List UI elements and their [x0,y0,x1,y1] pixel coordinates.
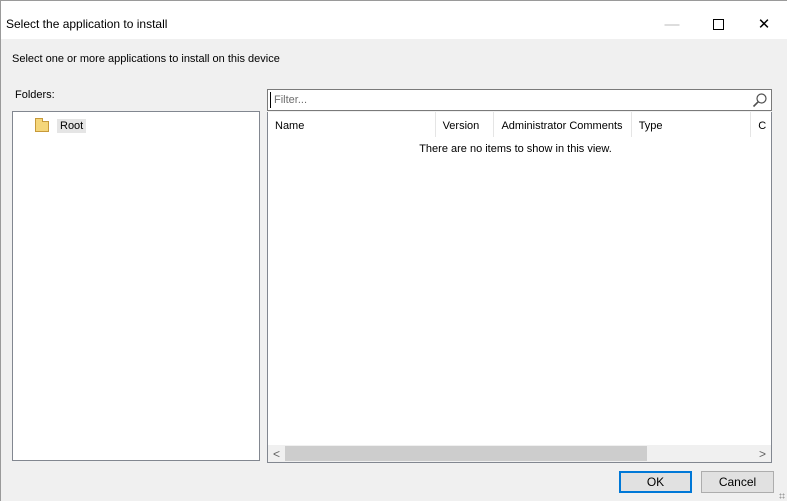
chevron-right-icon: > [758,446,766,461]
minimize-icon: — [664,15,680,33]
column-header-truncated[interactable]: C [751,112,771,137]
instruction-text: Select one or more applications to insta… [12,53,280,65]
folders-label: Folders: [15,89,55,101]
window-title: Select the application to install [6,17,168,31]
close-button[interactable]: ✕ [741,9,787,39]
title-bar[interactable]: Select the application to install — ✕ [1,1,788,39]
maximize-icon [712,18,724,30]
empty-list-message: There are no items to show in this view. [419,143,612,155]
list-header: Name Version Administrator Comments Type… [268,112,771,137]
chevron-left-icon: < [272,446,280,461]
ok-button[interactable]: OK [619,471,692,493]
filter-input[interactable] [270,92,744,108]
column-header-type[interactable]: Type [632,112,752,137]
tree-item-root[interactable]: Root [35,117,87,134]
column-header-version[interactable]: Version [436,112,495,137]
column-header-name[interactable]: Name [268,112,436,137]
folder-icon [35,117,49,132]
scroll-right-button[interactable]: > [754,445,771,462]
cancel-button[interactable]: Cancel [701,471,774,493]
horizontal-scrollbar[interactable]: < > [268,445,771,462]
close-icon: ✕ [757,16,771,33]
minimize-button[interactable]: — [649,9,695,39]
folder-tree[interactable]: Root [12,111,260,461]
scroll-left-button[interactable]: < [268,445,285,462]
filter-box [267,89,772,111]
column-header-administrator-comments[interactable]: Administrator Comments [494,112,632,137]
install-application-dialog: Select the application to install — ✕ Se… [0,0,788,501]
scrollbar-thumb[interactable] [285,446,647,461]
tree-item-label: Root [57,119,87,133]
applications-list[interactable]: Name Version Administrator Comments Type… [267,112,772,463]
search-icon[interactable] [752,92,768,108]
maximize-button[interactable] [695,9,741,39]
resize-grip[interactable] [779,493,785,499]
